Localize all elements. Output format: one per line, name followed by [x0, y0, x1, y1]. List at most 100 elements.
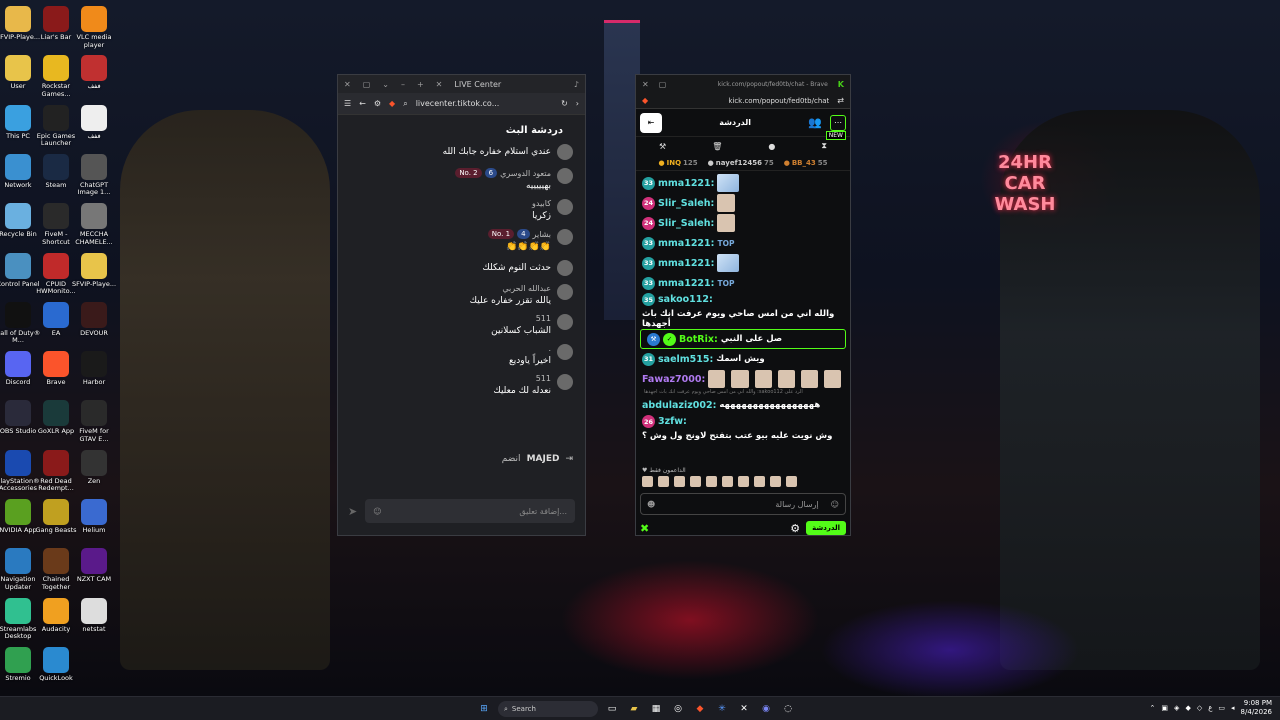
- new-tab-icon[interactable]: +: [417, 80, 424, 89]
- desktop-icon[interactable]: VLC media player: [70, 4, 118, 49]
- username[interactable]: mma1221:: [658, 178, 714, 189]
- maximize-icon[interactable]: ▢: [659, 80, 667, 89]
- comment-input[interactable]: ☺ إضافة تعليق...: [365, 499, 575, 523]
- leaderboard-entry[interactable]: ● nayef12456 75: [708, 159, 774, 167]
- chevron-down-icon[interactable]: ⌄: [382, 80, 389, 89]
- desktop-icon[interactable]: QuickLook: [32, 645, 80, 683]
- username[interactable]: .: [548, 344, 551, 353]
- username[interactable]: sakoo112:: [658, 294, 713, 305]
- username[interactable]: Fawaz7000:: [642, 374, 705, 385]
- avatar[interactable]: [557, 344, 573, 360]
- collapse-chat-icon[interactable]: ⇤: [640, 112, 662, 133]
- avatar[interactable]: [557, 374, 573, 390]
- app-icon[interactable]: ◎: [670, 701, 686, 717]
- leaderboard-entry[interactable]: ● BB_43 55: [784, 159, 828, 167]
- network-icon[interactable]: ▭: [1218, 704, 1225, 712]
- username[interactable]: 3zfw:: [658, 416, 687, 427]
- users-icon[interactable]: 👥: [808, 116, 822, 129]
- emote-thumb[interactable]: [690, 476, 701, 487]
- emote-thumb[interactable]: [786, 476, 797, 487]
- avatar[interactable]: [557, 260, 573, 276]
- chat-tab[interactable]: الدردشة: [670, 118, 800, 127]
- close-icon[interactable]: ✕: [344, 80, 351, 89]
- avatar[interactable]: [557, 284, 573, 300]
- desktop-icon[interactable]: NZXT CAM: [70, 546, 118, 584]
- tray-app-icon[interactable]: ▣: [1161, 704, 1168, 712]
- menu-icon[interactable]: ☰: [344, 99, 351, 108]
- emoji-icon[interactable]: ☻: [647, 500, 655, 509]
- settings-gear-icon[interactable]: ⚙: [790, 522, 800, 535]
- task-view-icon[interactable]: ▭: [604, 701, 620, 717]
- brave-icon[interactable]: ◆: [692, 701, 708, 717]
- emote-thumb[interactable]: [770, 476, 781, 487]
- close-icon[interactable]: ✕: [642, 80, 649, 89]
- desktop-icon[interactable]: Helium: [70, 497, 118, 535]
- desktop-icon[interactable]: Harbor: [70, 349, 118, 387]
- reload-icon[interactable]: ↻: [561, 99, 568, 108]
- emote-thumb[interactable]: [754, 476, 765, 487]
- emote-thumb[interactable]: [674, 476, 685, 487]
- avatar[interactable]: [557, 144, 573, 160]
- username[interactable]: كابيدو: [532, 199, 551, 208]
- message-input[interactable]: ☻ إرسال رسالة ☺: [640, 493, 846, 515]
- desktop-icon[interactable]: netstat: [70, 596, 118, 634]
- send-chat-button[interactable]: الدردشة: [806, 521, 846, 535]
- goxlr-icon[interactable]: ✕: [736, 701, 752, 717]
- username[interactable]: عبدالله الحربي: [502, 284, 551, 293]
- tray-app-icon[interactable]: ◇: [1197, 704, 1202, 712]
- username[interactable]: 511: [536, 374, 551, 383]
- forward-icon[interactable]: ›: [576, 99, 579, 108]
- emoji-icon[interactable]: ☺: [373, 507, 381, 516]
- send-icon[interactable]: ➤: [348, 505, 357, 518]
- username[interactable]: abdulaziz002:: [642, 400, 716, 411]
- minimize-icon[interactable]: –: [401, 80, 405, 89]
- brave-shield-icon[interactable]: ◆: [389, 99, 395, 108]
- emote-thumb[interactable]: [642, 476, 653, 487]
- desktop-icon[interactable]: FiveM for GTAV E...: [70, 398, 118, 443]
- desktop-icon[interactable]: Zen: [70, 448, 118, 486]
- desktop-icon[interactable]: DEVOUR: [70, 300, 118, 338]
- back-icon[interactable]: ←: [359, 99, 366, 108]
- desktop-icon[interactable]: ففف: [70, 53, 118, 91]
- volume-icon[interactable]: ◂: [1231, 704, 1235, 712]
- username[interactable]: متعود الدوسري: [500, 169, 551, 178]
- url-field[interactable]: kick.com/popout/fed0tb/chat: [656, 97, 829, 105]
- file-explorer-icon[interactable]: ▰: [626, 701, 642, 717]
- smiley-icon[interactable]: ☺: [831, 500, 839, 509]
- grid-app-icon[interactable]: ▦: [648, 701, 664, 717]
- username[interactable]: mma1221:: [658, 238, 714, 249]
- emote-thumb[interactable]: [706, 476, 717, 487]
- settings-icon[interactable]: ⇄: [837, 96, 844, 105]
- hourglass-icon[interactable]: ⧗: [821, 141, 827, 151]
- desktop-icon[interactable]: ChatGPT Image 1...: [70, 152, 118, 197]
- brave-shield-icon[interactable]: ◆: [642, 96, 648, 105]
- avatar[interactable]: [557, 314, 573, 330]
- tray-app-icon[interactable]: ◆: [1185, 704, 1190, 712]
- taskbar-search[interactable]: ⌕ Search: [498, 701, 598, 717]
- emote-thumb[interactable]: [738, 476, 749, 487]
- url-field[interactable]: livecenter.tiktok.co...: [416, 99, 553, 108]
- emote-thumb[interactable]: [722, 476, 733, 487]
- hammer-icon[interactable]: ⚒: [659, 142, 666, 151]
- helium-icon[interactable]: ✳: [714, 701, 730, 717]
- username[interactable]: mma1221:: [658, 258, 714, 269]
- desktop-icon[interactable]: ففف: [70, 103, 118, 141]
- tab-close-icon[interactable]: ✕: [436, 80, 443, 89]
- extension-icon[interactable]: ⚙: [374, 99, 381, 108]
- username[interactable]: mma1221:: [658, 278, 714, 289]
- chat-bubble-icon[interactable]: ●: [768, 142, 775, 151]
- obs-icon[interactable]: ◌: [780, 701, 796, 717]
- avatar[interactable]: [557, 199, 573, 215]
- username[interactable]: Slir_Saleh:: [658, 198, 714, 209]
- avatar[interactable]: [557, 168, 573, 184]
- username[interactable]: 511: [536, 314, 551, 323]
- username[interactable]: BotRix:: [679, 334, 718, 345]
- language-icon[interactable]: ع: [1208, 704, 1212, 712]
- username[interactable]: بشاير: [533, 230, 551, 239]
- leaderboard-entry[interactable]: ● INQ 125: [659, 159, 698, 167]
- emote-thumb[interactable]: [658, 476, 669, 487]
- desktop-icon[interactable]: MECCHA CHAMELE...: [70, 201, 118, 246]
- more-icon[interactable]: ⋯: [830, 114, 846, 131]
- clock[interactable]: 9:08 PM 8/4/2026: [1241, 699, 1272, 717]
- discord-icon[interactable]: ◉: [758, 701, 774, 717]
